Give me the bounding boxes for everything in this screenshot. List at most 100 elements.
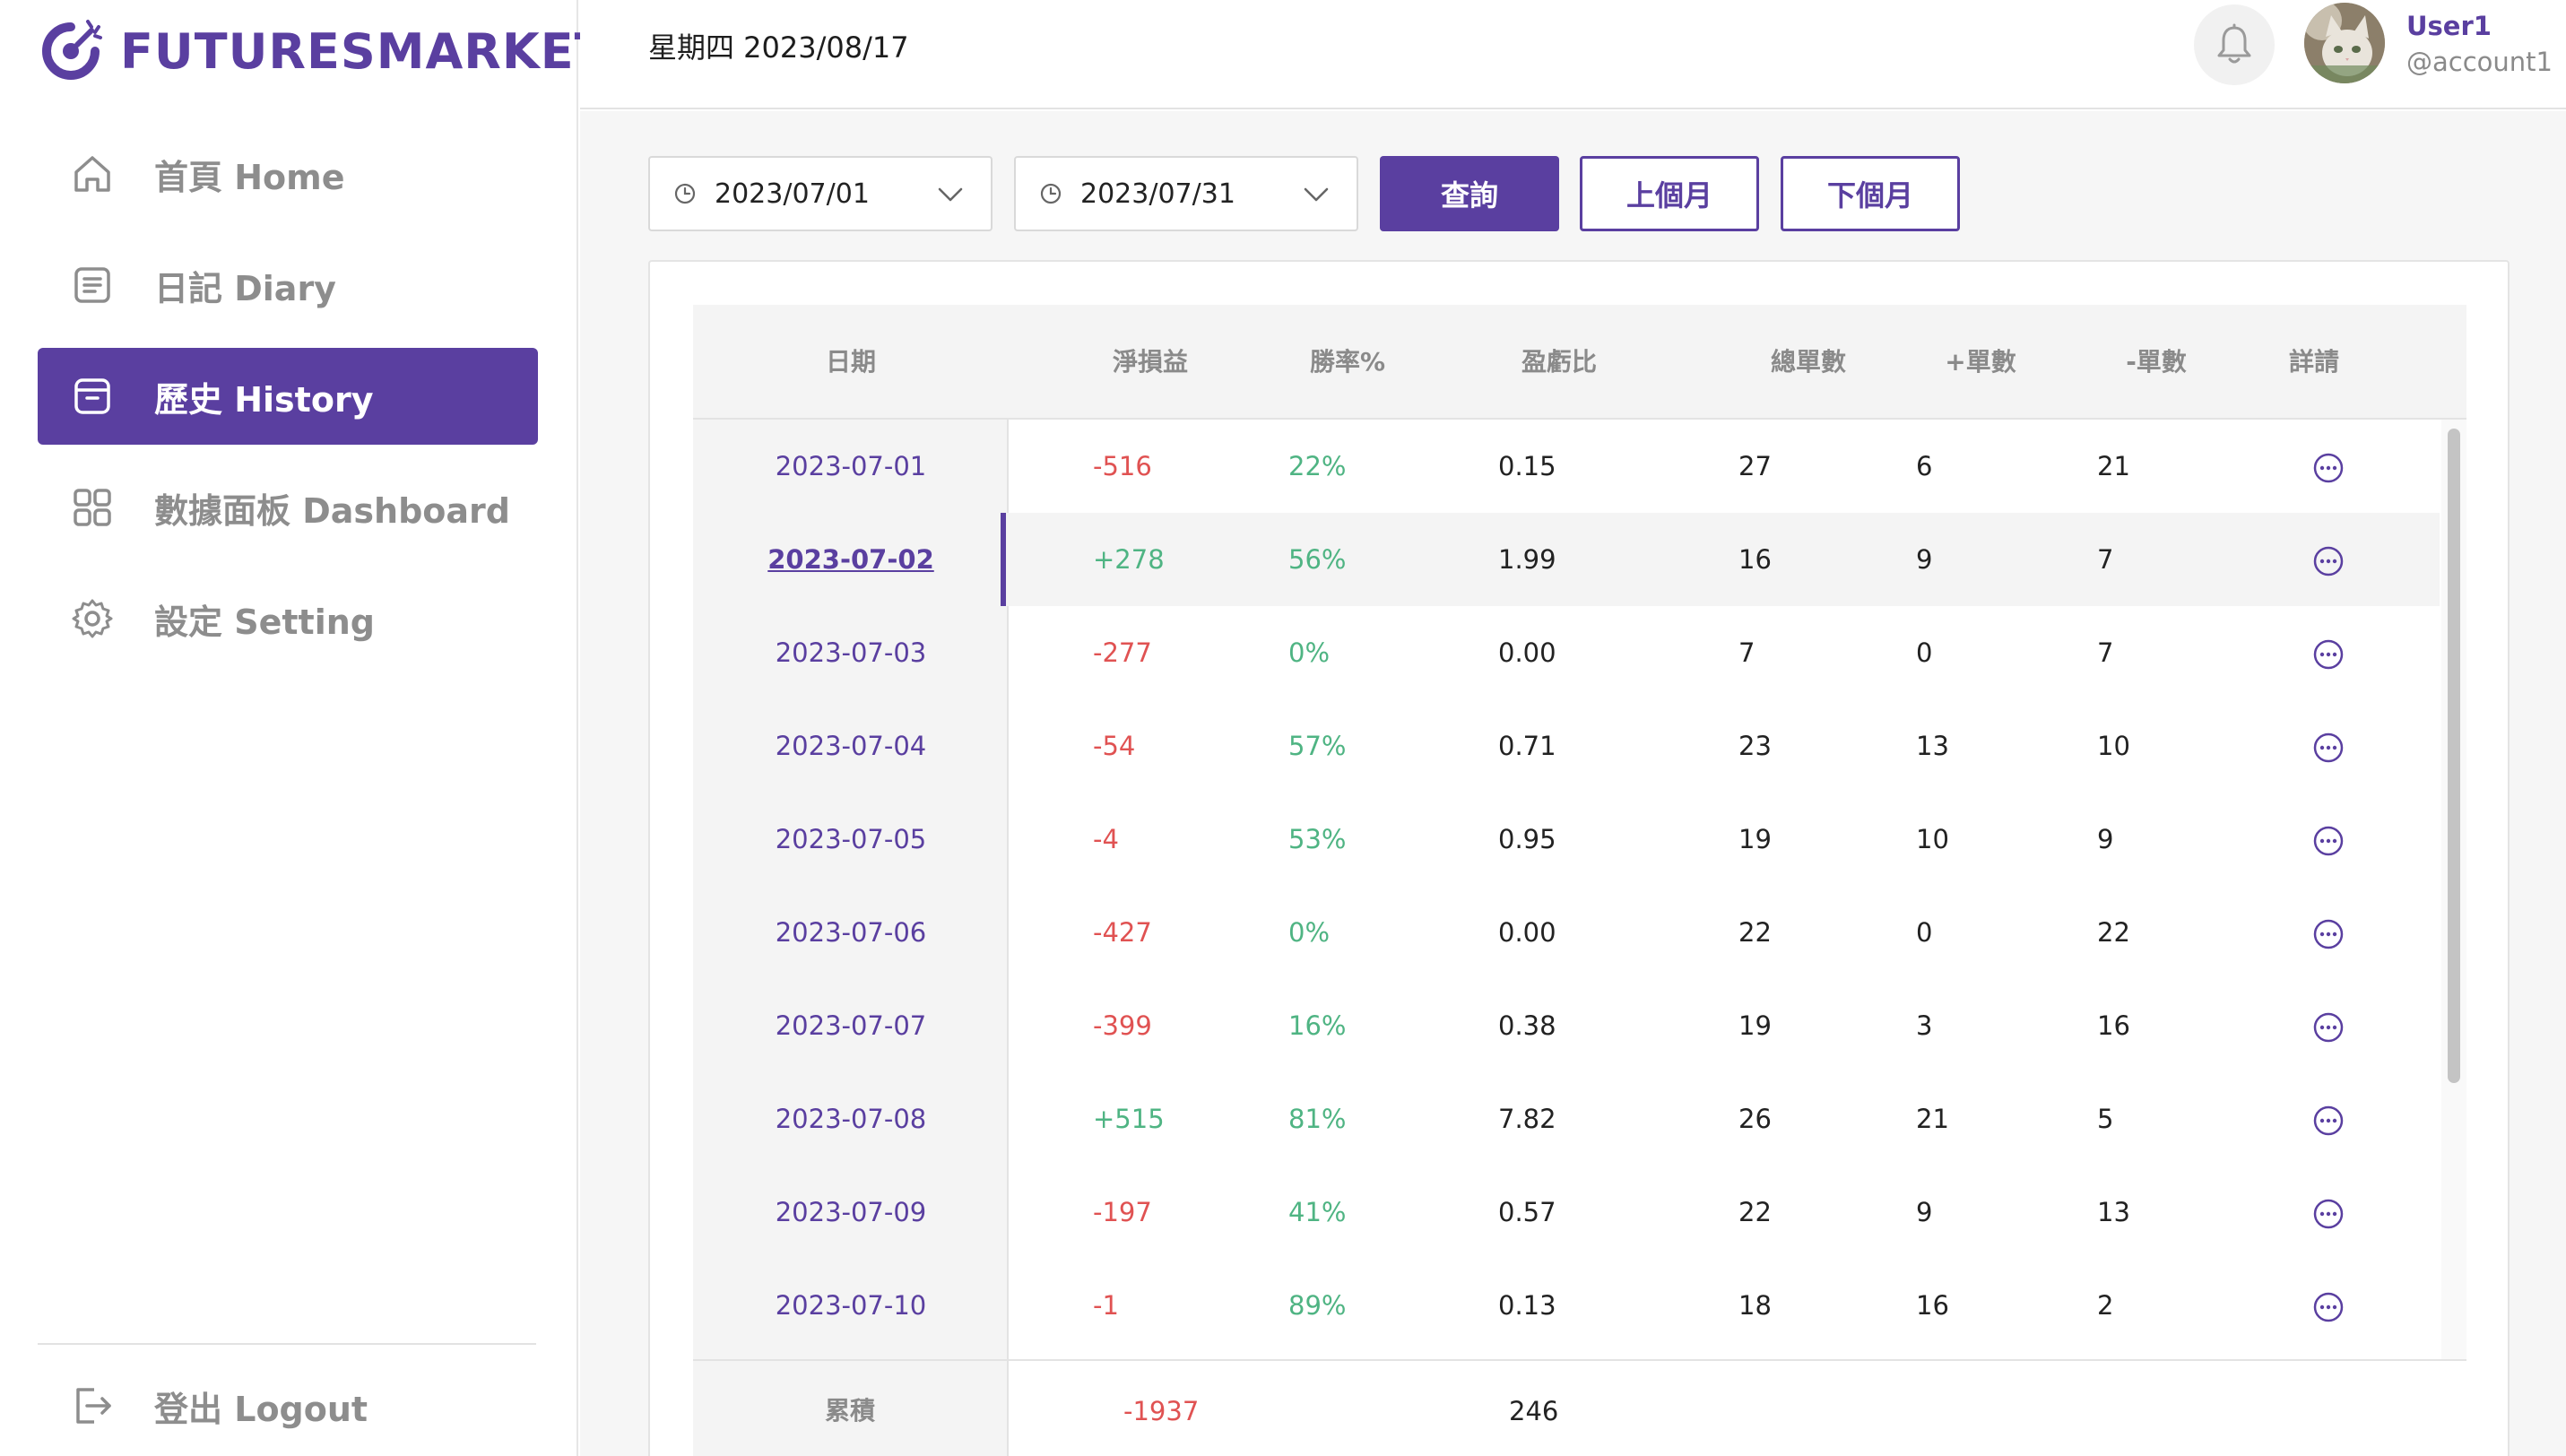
table-row[interactable]: 2023-07-08 +515 81% 7.82 26 21 5 xyxy=(693,1072,2440,1166)
footer-label: 累積 xyxy=(693,1361,1009,1456)
sidebar-nav: 首頁 Home 日記 Diary 歷史 History 數據面板 Dashboa… xyxy=(38,126,538,681)
table-row[interactable]: 2023-07-04 -54 57% 0.71 23 13 10 xyxy=(693,699,2440,793)
sidebar: FUTURESMARKET 首頁 Home 日記 Diary 歷史 Histor… xyxy=(0,0,607,1456)
sidebar-item-dashboard[interactable]: 數據面板 Dashboard xyxy=(38,459,538,556)
cell-total: 27 xyxy=(1738,451,1772,481)
table-row[interactable]: 2023-07-10 -1 89% 0.13 18 16 2 xyxy=(693,1259,2440,1352)
table-row[interactable]: 2023-07-01 -516 22% 0.15 27 6 21 xyxy=(693,420,2440,513)
prev-month-button[interactable]: 上個月 xyxy=(1580,156,1759,231)
cell-date[interactable]: 2023-07-10 xyxy=(693,1259,1009,1352)
sidebar-item-home[interactable]: 首頁 Home xyxy=(38,126,538,222)
table-footer: 累積 -1937 246 xyxy=(693,1359,2466,1456)
cell-win-rate: 22% xyxy=(1288,451,1347,481)
sidebar-item-diary[interactable]: 日記 Diary xyxy=(38,237,538,334)
cell-profit-ratio: 0.00 xyxy=(1498,637,1556,668)
table-row[interactable]: 2023-07-07 -399 16% 0.38 19 3 16 xyxy=(693,979,2440,1072)
cat-avatar-icon xyxy=(2304,3,2385,83)
sidebar-item-label: 數據面板 Dashboard xyxy=(154,490,510,531)
more-options-icon[interactable] xyxy=(2312,825,2345,857)
cell-net-pnl: -197 xyxy=(1093,1197,1152,1227)
cell-profit-ratio: 0.71 xyxy=(1498,731,1556,761)
sidebar-item-label: 日記 Diary xyxy=(154,268,336,308)
logout-label: 登出 Logout xyxy=(154,1389,368,1429)
cell-net-pnl: -54 xyxy=(1093,731,1136,761)
cell-date[interactable]: 2023-07-03 xyxy=(693,606,1009,699)
bell-icon xyxy=(2217,23,2251,64)
cell-minus: 7 xyxy=(2097,637,2114,668)
top-header: 星期四 2023/08/17 User1 @account1 xyxy=(580,0,2566,109)
cell-minus: 10 xyxy=(2097,731,2130,761)
next-month-button[interactable]: 下個月 xyxy=(1781,156,1960,231)
cell-plus: 21 xyxy=(1916,1104,1949,1134)
cell-minus: 7 xyxy=(2097,544,2114,575)
more-options-icon[interactable] xyxy=(2312,1105,2345,1137)
cell-total: 19 xyxy=(1738,824,1772,854)
table-header: 日期 淨損益 勝率% 盈虧比 總單數 +單數 -單數 詳請 xyxy=(693,305,2466,420)
cell-minus: 2 xyxy=(2097,1290,2114,1321)
cell-date[interactable]: 2023-07-07 xyxy=(693,979,1009,1072)
more-options-icon[interactable] xyxy=(2312,732,2345,764)
more-options-icon[interactable] xyxy=(2312,638,2345,671)
cell-win-rate: 0% xyxy=(1288,637,1331,668)
cell-win-rate: 0% xyxy=(1288,917,1331,948)
cell-profit-ratio: 0.57 xyxy=(1498,1197,1556,1227)
cell-plus: 16 xyxy=(1916,1290,1949,1321)
table-row[interactable]: 2023-07-05 -4 53% 0.95 19 10 9 xyxy=(693,793,2440,886)
more-options-icon[interactable] xyxy=(2312,1198,2345,1230)
cell-date[interactable]: 2023-07-05 xyxy=(693,793,1009,886)
sidebar-item-setting[interactable]: 設定 Setting xyxy=(38,570,538,667)
sidebar-item-label: 設定 Setting xyxy=(154,602,375,642)
cell-minus: 9 xyxy=(2097,824,2114,854)
cell-minus: 5 xyxy=(2097,1104,2114,1134)
gear-icon xyxy=(70,596,115,641)
table-row[interactable]: 2023-07-06 -427 0% 0.00 22 0 22 xyxy=(693,886,2440,979)
footer-net-pnl: -1937 xyxy=(1123,1396,1200,1426)
notification-button[interactable] xyxy=(2194,4,2275,85)
clock-icon xyxy=(1040,183,1062,204)
cell-profit-ratio: 0.00 xyxy=(1498,917,1556,948)
end-date-picker[interactable]: 2023/07/31 xyxy=(1014,156,1358,231)
sidebar-item-label: 歷史 History xyxy=(154,379,374,420)
cell-date[interactable]: 2023-07-08 xyxy=(693,1072,1009,1166)
cell-win-rate: 16% xyxy=(1288,1010,1347,1041)
cell-total: 26 xyxy=(1738,1104,1772,1134)
more-options-icon[interactable] xyxy=(2312,1011,2345,1044)
more-options-icon[interactable] xyxy=(2312,545,2345,577)
history-table: 日期 淨損益 勝率% 盈虧比 總單數 +單數 -單數 詳請 2023-07-01… xyxy=(693,305,2466,1456)
end-date-value: 2023/07/31 xyxy=(1080,178,1235,210)
grid-icon xyxy=(70,485,115,530)
cell-total: 22 xyxy=(1738,917,1772,948)
table-row[interactable]: 2023-07-09 -197 41% 0.57 22 9 13 xyxy=(693,1166,2440,1259)
cell-plus: 0 xyxy=(1916,917,1933,948)
cell-date[interactable]: 2023-07-02 xyxy=(693,513,1009,606)
cell-profit-ratio: 0.15 xyxy=(1498,451,1556,481)
col-header-net-pnl: 淨損益 xyxy=(1112,347,1188,377)
cell-win-rate: 53% xyxy=(1288,824,1347,854)
more-options-icon[interactable] xyxy=(2312,452,2345,484)
cell-date[interactable]: 2023-07-04 xyxy=(693,699,1009,793)
chevron-down-icon xyxy=(938,187,963,202)
start-date-picker[interactable]: 2023/07/01 xyxy=(648,156,993,231)
cell-date[interactable]: 2023-07-01 xyxy=(693,420,1009,513)
brand-logo[interactable]: FUTURESMARKET xyxy=(36,13,608,90)
cell-date[interactable]: 2023-07-06 xyxy=(693,886,1009,979)
cell-profit-ratio: 0.38 xyxy=(1498,1010,1556,1041)
cell-total: 23 xyxy=(1738,731,1772,761)
avatar[interactable] xyxy=(2304,3,2385,83)
table-row[interactable]: 2023-07-02 +278 56% 1.99 16 9 7 xyxy=(693,513,2440,606)
more-options-icon[interactable] xyxy=(2312,1291,2345,1323)
chevron-down-icon xyxy=(1304,187,1329,202)
current-date: 星期四 2023/08/17 xyxy=(648,30,909,65)
cell-net-pnl: -4 xyxy=(1093,824,1119,854)
col-header-date: 日期 xyxy=(825,347,876,377)
sidebar-item-history[interactable]: 歷史 History xyxy=(38,348,538,445)
logout-button[interactable]: 登出 Logout xyxy=(38,1361,538,1451)
cell-plus: 3 xyxy=(1916,1010,1933,1041)
footer-total: 246 xyxy=(1509,1396,1559,1426)
table-row[interactable]: 2023-07-03 -277 0% 0.00 7 0 7 xyxy=(693,606,2440,699)
query-button[interactable]: 查詢 xyxy=(1380,156,1559,231)
cell-plus: 6 xyxy=(1916,451,1933,481)
table-scrollbar-thumb[interactable] xyxy=(2448,429,2460,1083)
cell-date[interactable]: 2023-07-09 xyxy=(693,1166,1009,1259)
more-options-icon[interactable] xyxy=(2312,918,2345,950)
